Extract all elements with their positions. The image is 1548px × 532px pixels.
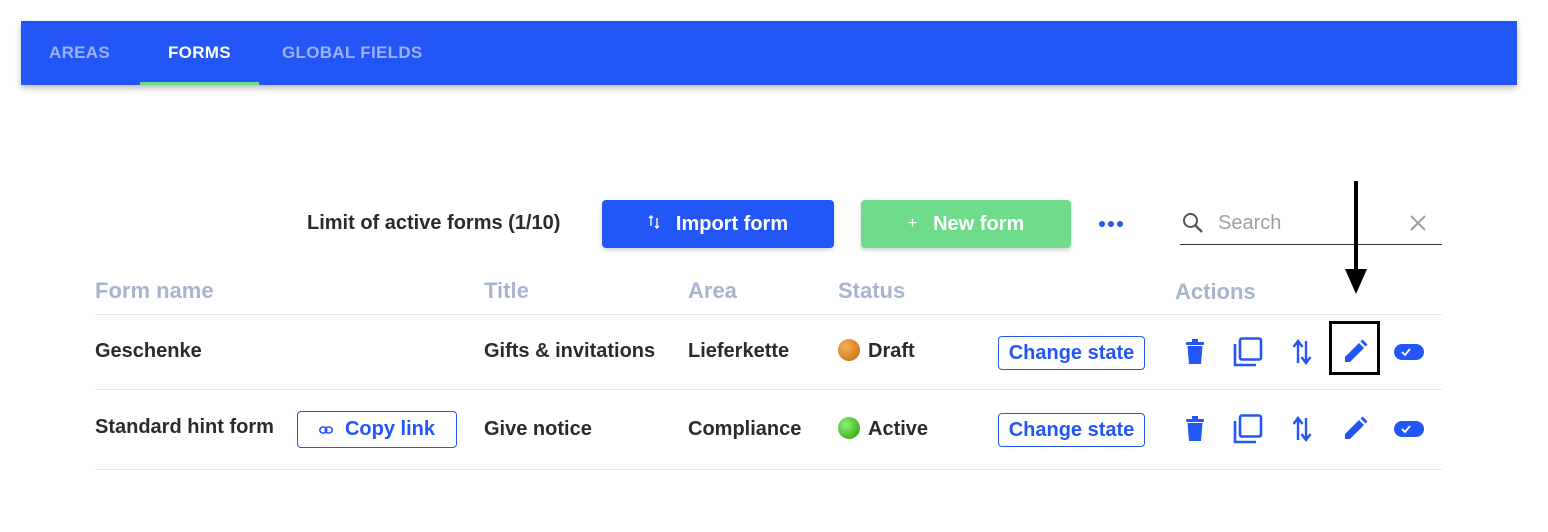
new-form-button[interactable]: + New form xyxy=(861,200,1071,248)
import-form-label: Import form xyxy=(675,212,789,235)
import-arrows-icon xyxy=(648,214,660,234)
title-cell: Give notice xyxy=(484,418,592,440)
delete-icon[interactable] xyxy=(1180,337,1210,367)
import-form-button[interactable]: Import form xyxy=(602,200,834,248)
tab-areas[interactable]: AREAS xyxy=(49,21,110,85)
form-name-cell[interactable]: Standard hint form xyxy=(95,416,274,439)
annotation-arrow-icon xyxy=(1341,181,1371,300)
status-cell: Draft xyxy=(868,340,915,362)
reorder-arrows-icon[interactable] xyxy=(1287,414,1317,444)
toggle-icon[interactable] xyxy=(1394,414,1424,444)
status-cell: Active xyxy=(868,418,929,440)
clear-search-icon[interactable] xyxy=(1409,214,1427,237)
header-status: Status xyxy=(838,278,906,303)
duplicate-icon[interactable] xyxy=(1233,337,1263,367)
row-divider xyxy=(95,469,1442,470)
edit-pencil-icon[interactable] xyxy=(1340,414,1370,444)
new-form-label: New form xyxy=(933,212,1025,235)
change-state-button[interactable]: Change state xyxy=(998,336,1145,370)
header-divider xyxy=(95,314,1442,315)
toggle-icon[interactable] xyxy=(1394,337,1424,367)
header-area: Area xyxy=(688,278,737,303)
search-box xyxy=(1180,200,1442,245)
status-draft-icon xyxy=(838,339,860,361)
link-icon xyxy=(318,425,333,435)
reorder-arrows-icon[interactable] xyxy=(1287,337,1317,367)
annotation-highlight-box xyxy=(1329,321,1380,375)
delete-icon[interactable] xyxy=(1180,414,1210,444)
area-cell: Compliance xyxy=(688,418,802,440)
more-dots-icon[interactable] xyxy=(1098,214,1124,234)
plus-icon: + xyxy=(907,215,918,232)
tab-forms[interactable]: FORMS xyxy=(140,21,259,85)
title-cell: Gifts & invitations xyxy=(484,340,656,362)
row-divider xyxy=(95,389,1442,390)
header-actions: Actions xyxy=(1175,279,1256,304)
change-state-button[interactable]: Change state xyxy=(998,413,1145,447)
copy-link-button[interactable]: Copy link xyxy=(297,411,457,448)
search-input[interactable] xyxy=(1216,206,1400,240)
active-forms-limit-label: Limit of active forms (1/10) xyxy=(307,212,561,234)
search-icon xyxy=(1182,212,1204,239)
duplicate-icon[interactable] xyxy=(1233,414,1263,444)
status-active-icon xyxy=(838,417,860,439)
tab-global-fields[interactable]: GLOBAL FIELDS xyxy=(282,21,423,85)
form-name-cell[interactable]: Geschenke xyxy=(95,340,202,363)
area-cell: Lieferkette xyxy=(688,340,790,362)
header-form-name: Form name xyxy=(95,278,214,303)
top-nav-bar: AREAS FORMS GLOBAL FIELDS xyxy=(21,21,1517,85)
copy-link-label: Copy link xyxy=(344,418,435,440)
header-title: Title xyxy=(484,278,529,303)
